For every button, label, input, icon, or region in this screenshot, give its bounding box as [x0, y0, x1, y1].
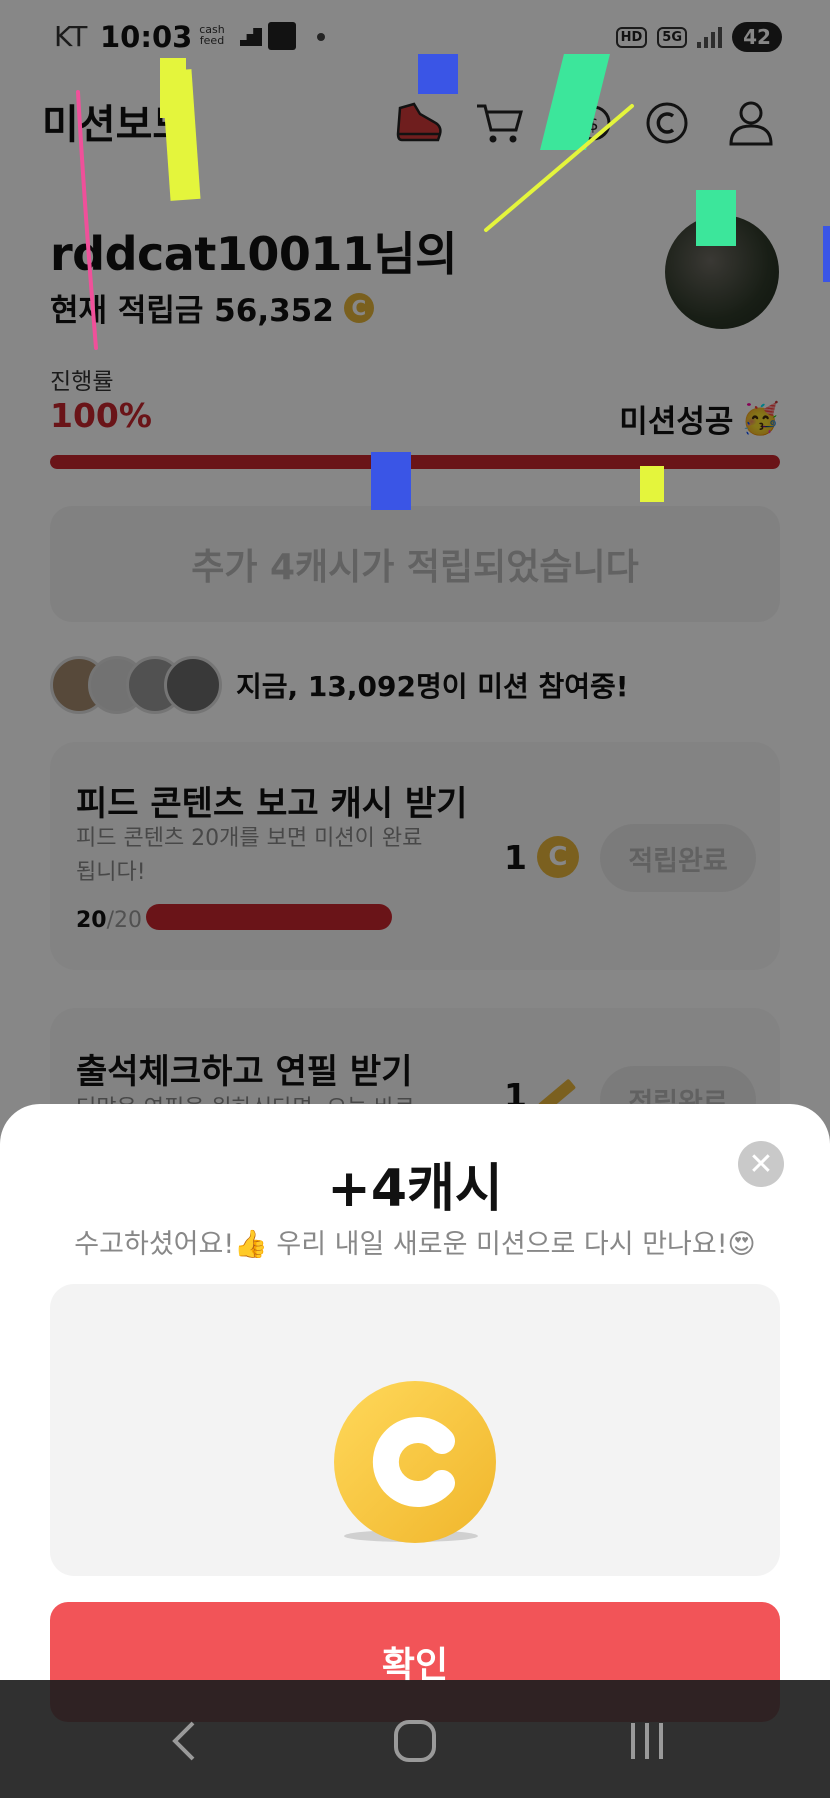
annotation-stroke: [0, 0, 830, 420]
large-coin-icon: [334, 1381, 496, 1543]
recents-icon[interactable]: [612, 1706, 682, 1776]
back-icon[interactable]: [148, 1706, 218, 1776]
annotation-mark: [640, 466, 664, 502]
reward-message: 수고하셨어요!👍 우리 내일 새로운 미션으로 다시 만나요!😍: [0, 1222, 830, 1261]
annotation-mark: [371, 452, 411, 510]
app-screen: KT 10:03 cash feed HD 5G 42 미션보드 $ rddca…: [0, 0, 830, 1798]
reward-title: +4캐시: [0, 1146, 830, 1221]
home-icon[interactable]: [380, 1706, 450, 1776]
